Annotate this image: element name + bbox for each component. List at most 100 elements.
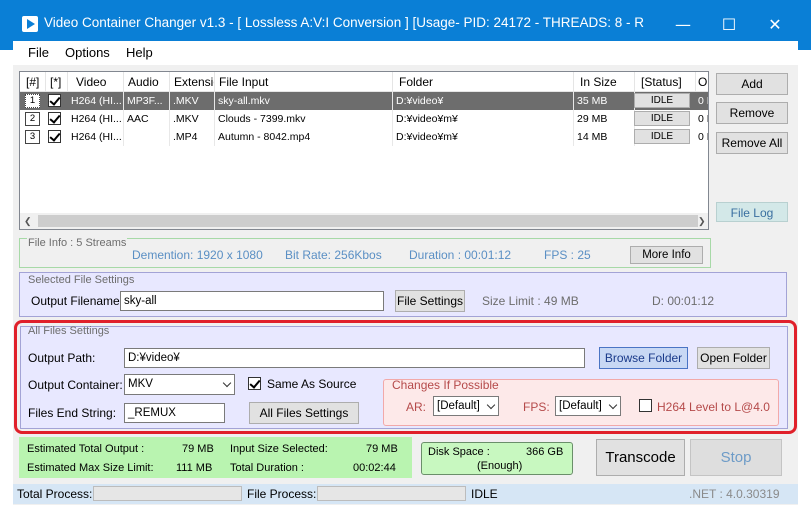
- end-string-label: Files End String:: [28, 406, 117, 420]
- fps-select[interactable]: [Default]: [555, 396, 621, 416]
- col-folder[interactable]: Folder: [393, 72, 574, 92]
- output-container-label: Output Container:: [28, 378, 123, 392]
- max-size-label: Estimated Max Size Limit:: [27, 462, 154, 474]
- row-number: 1: [25, 94, 40, 108]
- ar-label: AR:: [406, 400, 427, 414]
- cell-size: 29 MB: [574, 110, 635, 128]
- same-as-source-label: Same As Source: [267, 377, 357, 391]
- cell-video: H264 (HI...: [68, 110, 124, 128]
- cell-audio: AAC: [124, 110, 170, 128]
- remove-all-button[interactable]: Remove All: [716, 132, 788, 154]
- h264-level-checkbox[interactable]: [639, 399, 652, 412]
- total-duration-label: Total Duration :: [230, 462, 304, 474]
- row-checkbox[interactable]: [48, 94, 61, 107]
- same-as-source-checkbox[interactable]: [248, 377, 261, 390]
- file-log-button[interactable]: File Log: [716, 202, 788, 222]
- disk-space-value: 366 GB: [526, 446, 564, 458]
- menu-options[interactable]: Options: [65, 45, 110, 60]
- col-status[interactable]: [Status]: [635, 72, 696, 92]
- close-button[interactable]: ✕: [755, 10, 795, 40]
- cell-output: 0 M: [698, 131, 708, 143]
- cell-size: 35 MB: [574, 92, 635, 110]
- horizontal-scrollbar[interactable]: ❮ ❯: [20, 213, 708, 229]
- output-path-input[interactable]: D:¥video¥: [124, 348, 585, 368]
- list-header: [#] [*] Video Audio Extensio File Input …: [20, 72, 708, 92]
- open-folder-button[interactable]: Open Folder: [697, 347, 770, 369]
- add-button[interactable]: Add: [716, 73, 788, 95]
- more-info-button[interactable]: More Info: [630, 246, 703, 264]
- maximize-button[interactable]: ☐: [709, 10, 749, 40]
- chevron-down-icon: [486, 400, 496, 410]
- scroll-thumb[interactable]: [38, 215, 698, 227]
- cell-file-input: Clouds - 7399.mkv: [215, 110, 393, 128]
- selected-file-label: Selected File Settings: [28, 274, 135, 286]
- transcode-button[interactable]: Transcode: [596, 439, 685, 476]
- dimension-label: Demention: 1920 x 1080: [132, 248, 263, 262]
- table-row[interactable]: 3 H264 (HI... .MP4 Autumn - 8042.mp4 D:¥…: [20, 128, 708, 146]
- fps-label: FPS : 25: [544, 248, 591, 262]
- chevron-down-icon: [222, 378, 232, 388]
- cell-size: 14 MB: [574, 128, 635, 146]
- status-bar: Total Process: File Process: IDLE .NET :…: [13, 484, 798, 504]
- h264-level-label: H264 Level to L@4.0: [657, 400, 770, 414]
- status-button[interactable]: IDLE: [634, 93, 690, 108]
- cell-folder: D:¥video¥: [393, 92, 574, 110]
- scroll-left-icon[interactable]: ❮: [24, 216, 32, 227]
- cell-extension: .MP4: [170, 128, 215, 146]
- stop-button[interactable]: Stop: [690, 439, 782, 476]
- duration-label: Duration : 00:01:12: [409, 248, 512, 262]
- total-process-bar: [93, 486, 242, 501]
- disk-space-label: Disk Space :: [428, 446, 490, 458]
- status-button[interactable]: IDLE: [634, 129, 690, 144]
- col-video[interactable]: Video: [68, 72, 124, 92]
- remove-button[interactable]: Remove: [716, 102, 788, 124]
- col-in-size[interactable]: In Size: [574, 72, 635, 92]
- table-row[interactable]: 2 H264 (HI... AAC .MKV Clouds - 7399.mkv…: [20, 110, 708, 128]
- cell-extension: .MKV: [170, 92, 215, 110]
- output-container-value: MKV: [128, 378, 153, 390]
- col-output[interactable]: Ou: [696, 72, 708, 92]
- cell-video: H264 (HI...: [68, 128, 124, 146]
- col-audio[interactable]: Audio: [124, 72, 170, 92]
- row-checkbox[interactable]: [48, 112, 61, 125]
- end-string-input[interactable]: _REMUX: [124, 403, 225, 423]
- all-files-label: All Files Settings: [28, 325, 110, 337]
- file-list[interactable]: [#] [*] Video Audio Extensio File Input …: [19, 71, 709, 230]
- disk-space-status: (Enough): [477, 460, 523, 472]
- file-settings-button[interactable]: File Settings: [395, 290, 465, 312]
- col-check[interactable]: [*]: [46, 72, 68, 92]
- col-extension[interactable]: Extensio: [170, 72, 215, 92]
- cell-folder: D:¥video¥m¥: [393, 128, 574, 146]
- output-container-select[interactable]: MKV: [124, 374, 235, 395]
- output-filename-input[interactable]: sky-all: [120, 291, 384, 311]
- row-number: 3: [25, 130, 40, 144]
- col-num[interactable]: [#]: [20, 72, 46, 92]
- total-output-label: Estimated Total Output :: [27, 443, 145, 455]
- cell-video: H264 (HI...: [68, 92, 124, 110]
- total-output-value: 79 MB: [182, 443, 214, 455]
- changes-label: Changes If Possible: [392, 378, 499, 392]
- bitrate-label: Bit Rate: 256Kbos: [285, 248, 382, 262]
- ar-value: [Default]: [437, 400, 480, 412]
- chevron-down-icon: [608, 400, 618, 410]
- menu-help[interactable]: Help: [126, 45, 153, 60]
- cell-audio: MP3F...: [124, 92, 170, 110]
- row-number: 2: [25, 112, 40, 126]
- table-row[interactable]: 1 H264 (HI... MP3F... .MKV sky-all.mkv D…: [20, 92, 708, 110]
- app-icon: [22, 16, 38, 32]
- scroll-right-icon[interactable]: ❯: [698, 216, 706, 227]
- col-file-input[interactable]: File Input: [215, 72, 393, 92]
- cell-extension: .MKV: [170, 110, 215, 128]
- browse-folder-button[interactable]: Browse Folder: [599, 347, 688, 369]
- status-button[interactable]: IDLE: [634, 111, 690, 126]
- menu-file[interactable]: File: [28, 45, 49, 60]
- ar-select[interactable]: [Default]: [433, 396, 499, 416]
- file-info-label: File Info : 5 Streams: [27, 237, 128, 249]
- row-checkbox[interactable]: [48, 130, 61, 143]
- minimize-button[interactable]: —: [663, 10, 703, 40]
- cell-audio: [124, 128, 170, 146]
- total-duration-value: 00:02:44: [353, 462, 396, 474]
- max-size-value: 111 MB: [176, 462, 213, 474]
- all-files-settings-button[interactable]: All Files Settings: [249, 402, 359, 424]
- input-size-value: 79 MB: [366, 443, 398, 455]
